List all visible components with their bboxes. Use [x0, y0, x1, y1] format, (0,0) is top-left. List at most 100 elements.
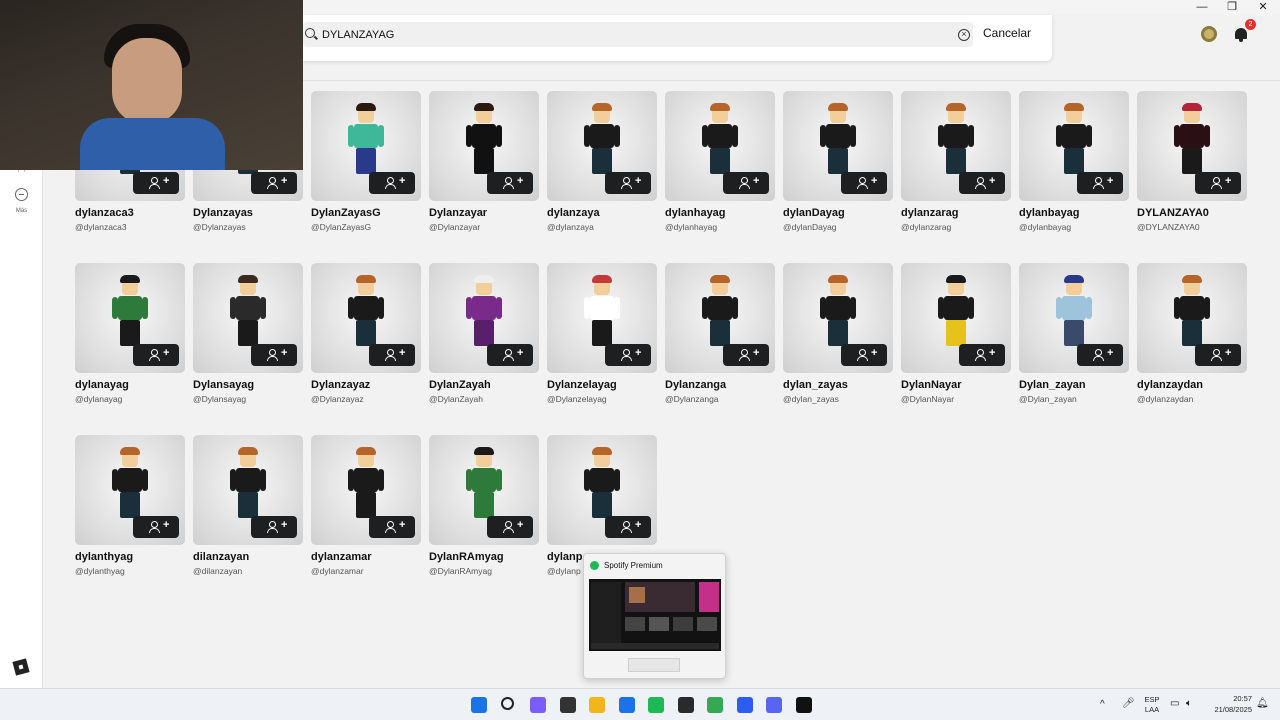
search-icon[interactable] [500, 697, 514, 710]
add-friend-button[interactable]: + [133, 344, 179, 366]
search-box[interactable]: × [303, 22, 973, 47]
display-name[interactable]: dylanDayag [783, 207, 893, 219]
avatar-thumbnail[interactable]: + [193, 435, 303, 545]
terminal-icon[interactable] [559, 697, 576, 713]
add-friend-button[interactable]: + [369, 172, 415, 194]
avatar-thumbnail[interactable]: + [1137, 263, 1247, 373]
roblox-icon[interactable] [736, 697, 753, 713]
avatar-thumbnail[interactable]: + [901, 263, 1011, 373]
user-result-card[interactable]: + dylanbayag @dylanbayag [1019, 91, 1129, 232]
user-result-card[interactable]: + dylanzaya @dylanzaya [547, 91, 657, 232]
chrome-icon[interactable] [707, 697, 723, 713]
display-name[interactable]: Dylan_zayan [1019, 379, 1129, 391]
notification-center-bell-icon[interactable]: 🔔︎ [1256, 698, 1269, 709]
user-result-card[interactable]: + Dylansayag @Dylansayag [193, 263, 303, 404]
clock-time[interactable]: 20:57 [1206, 694, 1252, 703]
display-name[interactable]: dylanzaya [547, 207, 657, 219]
copilot-icon[interactable] [530, 697, 546, 713]
add-friend-button[interactable]: + [723, 344, 769, 366]
display-name[interactable]: Dylanzayas [193, 207, 303, 219]
user-result-card[interactable]: + Dylanzayar @Dylanzayar [429, 91, 539, 232]
microphone-icon[interactable]: 🎤︎ [1122, 698, 1135, 709]
user-result-card[interactable]: + Dylan_zayan @Dylan_zayan [1019, 263, 1129, 404]
add-friend-button[interactable]: + [1195, 344, 1241, 366]
add-friend-button[interactable]: + [251, 344, 297, 366]
network-icon[interactable]: ▭ [1170, 698, 1179, 709]
search-input[interactable] [322, 26, 952, 43]
display-name[interactable]: dylanthyag [75, 551, 185, 563]
add-friend-button[interactable]: + [841, 344, 887, 366]
file-explorer-icon[interactable] [589, 697, 605, 713]
restore-button[interactable]: ❐ [1217, 0, 1247, 15]
spotify-icon[interactable] [648, 697, 664, 713]
display-name[interactable]: dylanhayag [665, 207, 775, 219]
user-result-card[interactable]: + DylanZayah @DylanZayah [429, 263, 539, 404]
add-friend-button[interactable]: + [487, 516, 533, 538]
avatar-thumbnail[interactable]: + [193, 263, 303, 373]
user-result-card[interactable]: + dylanayag @dylanayag [75, 263, 185, 404]
user-result-card[interactable]: + dylan_zayas @dylan_zayas [783, 263, 893, 404]
avatar-thumbnail[interactable]: + [429, 435, 539, 545]
user-result-card[interactable]: + dylanDayag @dylanDayag [783, 91, 893, 232]
avatar-thumbnail[interactable]: + [311, 263, 421, 373]
clear-search-icon[interactable]: × [958, 29, 970, 41]
epic-games-icon[interactable] [795, 697, 812, 713]
add-friend-button[interactable]: + [251, 172, 297, 194]
user-result-card[interactable]: + DYLANZAYA0 @DYLANZAYA0 [1137, 91, 1247, 232]
add-friend-button[interactable]: + [723, 172, 769, 194]
add-friend-button[interactable]: + [959, 344, 1005, 366]
display-name[interactable]: dylanayag [75, 379, 185, 391]
user-result-card[interactable]: + dilanzayan @dilanzayan [193, 435, 303, 576]
nav-item-more-label[interactable]: Más [0, 208, 43, 214]
add-friend-button[interactable]: + [605, 344, 651, 366]
user-result-card[interactable]: + dylanthyag @dylanthyag [75, 435, 185, 576]
add-friend-button[interactable]: + [487, 172, 533, 194]
windows-start-icon[interactable] [471, 697, 487, 713]
avatar-thumbnail[interactable]: + [75, 435, 185, 545]
user-result-card[interactable]: + DylanZayasG @DylanZayasG [311, 91, 421, 232]
add-friend-button[interactable]: + [605, 172, 651, 194]
user-result-card[interactable]: + dylanzamar @dylanzamar [311, 435, 421, 576]
avatar-thumbnail[interactable]: + [665, 91, 775, 201]
more-icon[interactable] [15, 188, 28, 201]
tray-overflow-chevron-icon[interactable]: ^ [1100, 699, 1105, 710]
add-friend-button[interactable]: + [841, 172, 887, 194]
display-name[interactable]: dylan_zayas [783, 379, 893, 391]
display-name[interactable]: dilanzayan [193, 551, 303, 563]
user-result-card[interactable]: + dylanhayag @dylanhayag [665, 91, 775, 232]
display-name[interactable]: Dylansayag [193, 379, 303, 391]
user-result-card[interactable]: + DylanNayar @DylanNayar [901, 263, 1011, 404]
display-name[interactable]: DylanRAmyag [429, 551, 539, 563]
avatar-thumbnail[interactable]: + [547, 435, 657, 545]
add-friend-button[interactable]: + [1077, 344, 1123, 366]
volume-icon[interactable]: 🔈︎ [1186, 698, 1192, 709]
avatar-thumbnail[interactable]: + [1019, 91, 1129, 201]
avatar-thumbnail[interactable]: + [429, 91, 539, 201]
avatar-thumbnail[interactable]: + [311, 435, 421, 545]
add-friend-button[interactable]: + [605, 516, 651, 538]
keyboard-layout[interactable]: LAA [1140, 705, 1164, 714]
display-name[interactable]: DylanZayah [429, 379, 539, 391]
add-friend-button[interactable]: + [1195, 172, 1241, 194]
display-name[interactable]: dylanzaca3 [75, 207, 185, 219]
avatar-thumbnail[interactable]: + [547, 91, 657, 201]
clock-date[interactable]: 21/08/2025 [1204, 705, 1252, 714]
avatar-thumbnail[interactable]: + [665, 263, 775, 373]
display-name[interactable]: Dylanzayaz [311, 379, 421, 391]
user-result-card[interactable]: + Dylanzayaz @Dylanzayaz [311, 263, 421, 404]
spotify-window-thumbnail[interactable] [589, 579, 721, 651]
display-name[interactable]: dylanbayag [1019, 207, 1129, 219]
avatar-thumbnail[interactable]: + [311, 91, 421, 201]
avatar-thumbnail[interactable]: + [783, 91, 893, 201]
display-name[interactable]: Dylanzayar [429, 207, 539, 219]
spotify-taskbar-preview[interactable]: Spotify Premium [583, 553, 726, 679]
add-friend-button[interactable]: + [1077, 172, 1123, 194]
user-result-card[interactable]: + Dylanzelayag @Dylanzelayag [547, 263, 657, 404]
microsoft-store-icon[interactable] [618, 697, 635, 713]
roblox-logo-icon[interactable] [12, 658, 30, 676]
add-friend-button[interactable]: + [251, 516, 297, 538]
user-result-card[interactable]: + dylanzarag @dylanzarag [901, 91, 1011, 232]
display-name[interactable]: dylanzamar [311, 551, 421, 563]
spotify-media-controls[interactable] [628, 658, 680, 672]
add-friend-button[interactable]: + [133, 516, 179, 538]
